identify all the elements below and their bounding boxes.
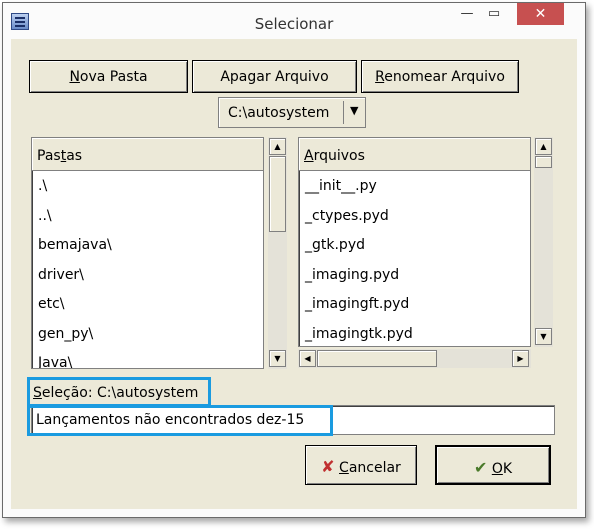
scroll-up-arrow-icon[interactable]: ▲ <box>535 138 552 155</box>
ok-label: K <box>502 461 513 477</box>
maximize-button[interactable]: ▭ <box>481 3 507 25</box>
folder-item[interactable]: driver\ <box>32 260 263 290</box>
folders-header[interactable]: Pastas <box>32 138 263 171</box>
file-item[interactable]: __init__.py <box>299 171 530 201</box>
cancel-accel: C <box>339 460 349 476</box>
cancel-x-icon: ✘ <box>321 457 335 476</box>
title-bar[interactable]: Selecionar — ▭ ✕ <box>3 3 585 39</box>
file-item[interactable]: _gtk.pyd <box>299 230 530 260</box>
rename-file-accel: R <box>375 69 385 85</box>
minimize-button[interactable]: — <box>454 3 480 25</box>
new-folder-button[interactable]: Nova Pasta <box>29 60 188 93</box>
rename-file-label: enomear Arquivo <box>384 69 505 85</box>
cancel-button[interactable]: ✘ Cancelar <box>305 445 417 485</box>
checkmark-icon: ✔ <box>473 458 488 477</box>
folders-scrollbar[interactable]: ▲ ▼ <box>268 137 287 369</box>
scroll-right-arrow-icon[interactable]: ▶ <box>512 350 529 367</box>
folders-header-post: as <box>66 148 83 164</box>
scroll-left-arrow-icon[interactable]: ◀ <box>299 350 316 367</box>
files-hscroll-thumb[interactable] <box>317 350 437 367</box>
close-button[interactable]: ✕ <box>517 3 564 25</box>
scroll-down-arrow-icon[interactable]: ▼ <box>269 350 286 367</box>
folder-item[interactable]: ..\ <box>32 201 263 231</box>
file-item[interactable]: _imagingft.pyd <box>299 289 530 319</box>
folder-item[interactable]: bemajava\ <box>32 230 263 260</box>
folder-item[interactable]: etc\ <box>32 289 263 319</box>
scroll-up-arrow-icon[interactable]: ▲ <box>269 138 286 155</box>
delete-file-button[interactable]: Apagar Arquivo <box>192 60 357 93</box>
file-item[interactable]: _imagingtk.pyd <box>299 319 530 347</box>
drive-combo-value: C:\autosystem <box>228 105 330 121</box>
folder-item[interactable]: gen_py\ <box>32 319 263 349</box>
ok-accel: O <box>491 461 503 477</box>
chevron-down-icon[interactable]: ▼ <box>350 104 358 117</box>
folders-header-pre: Pas <box>37 148 61 164</box>
rename-file-button[interactable]: Renomear Arquivo <box>361 60 519 93</box>
selection-highlight <box>27 377 211 407</box>
folders-scroll-thumb[interactable] <box>269 156 286 232</box>
files-vscroll-thumb[interactable] <box>535 156 552 168</box>
new-folder-accel: N <box>69 69 80 85</box>
cancel-label: ancelar <box>348 460 401 476</box>
files-vscrollbar[interactable]: ▲ ▼ <box>534 137 553 347</box>
folders-list[interactable]: Pastas .\ ..\ bemajava\ driver\ etc\ gen… <box>31 137 264 369</box>
new-folder-label: ova Pasta <box>79 69 148 85</box>
folder-item[interactable]: .\ <box>32 171 263 201</box>
message-highlight <box>27 405 333 436</box>
dialog-body: Nova Pasta Apagar Arquivo Renomear Arqui… <box>11 39 577 509</box>
files-header-accel: A <box>304 148 314 164</box>
dialog-window: Selecionar — ▭ ✕ Nova Pasta Apagar Arqui… <box>2 2 586 518</box>
files-list[interactable]: Arquivos __init__.py _ctypes.pyd _gtk.py… <box>298 137 531 347</box>
ok-button[interactable]: ✔ OK <box>435 445 551 485</box>
files-header[interactable]: Arquivos <box>299 138 530 171</box>
combo-divider <box>343 101 344 124</box>
files-hscrollbar[interactable]: ◀ ▶ <box>298 349 531 368</box>
file-item[interactable]: _ctypes.pyd <box>299 201 530 231</box>
drive-combo[interactable]: C:\autosystem ▼ <box>218 97 366 128</box>
scroll-down-arrow-icon[interactable]: ▼ <box>535 328 552 345</box>
files-header-label: rquivos <box>313 148 365 164</box>
file-item[interactable]: _imaging.pyd <box>299 260 530 290</box>
folder-item[interactable]: Java\ <box>32 348 263 368</box>
